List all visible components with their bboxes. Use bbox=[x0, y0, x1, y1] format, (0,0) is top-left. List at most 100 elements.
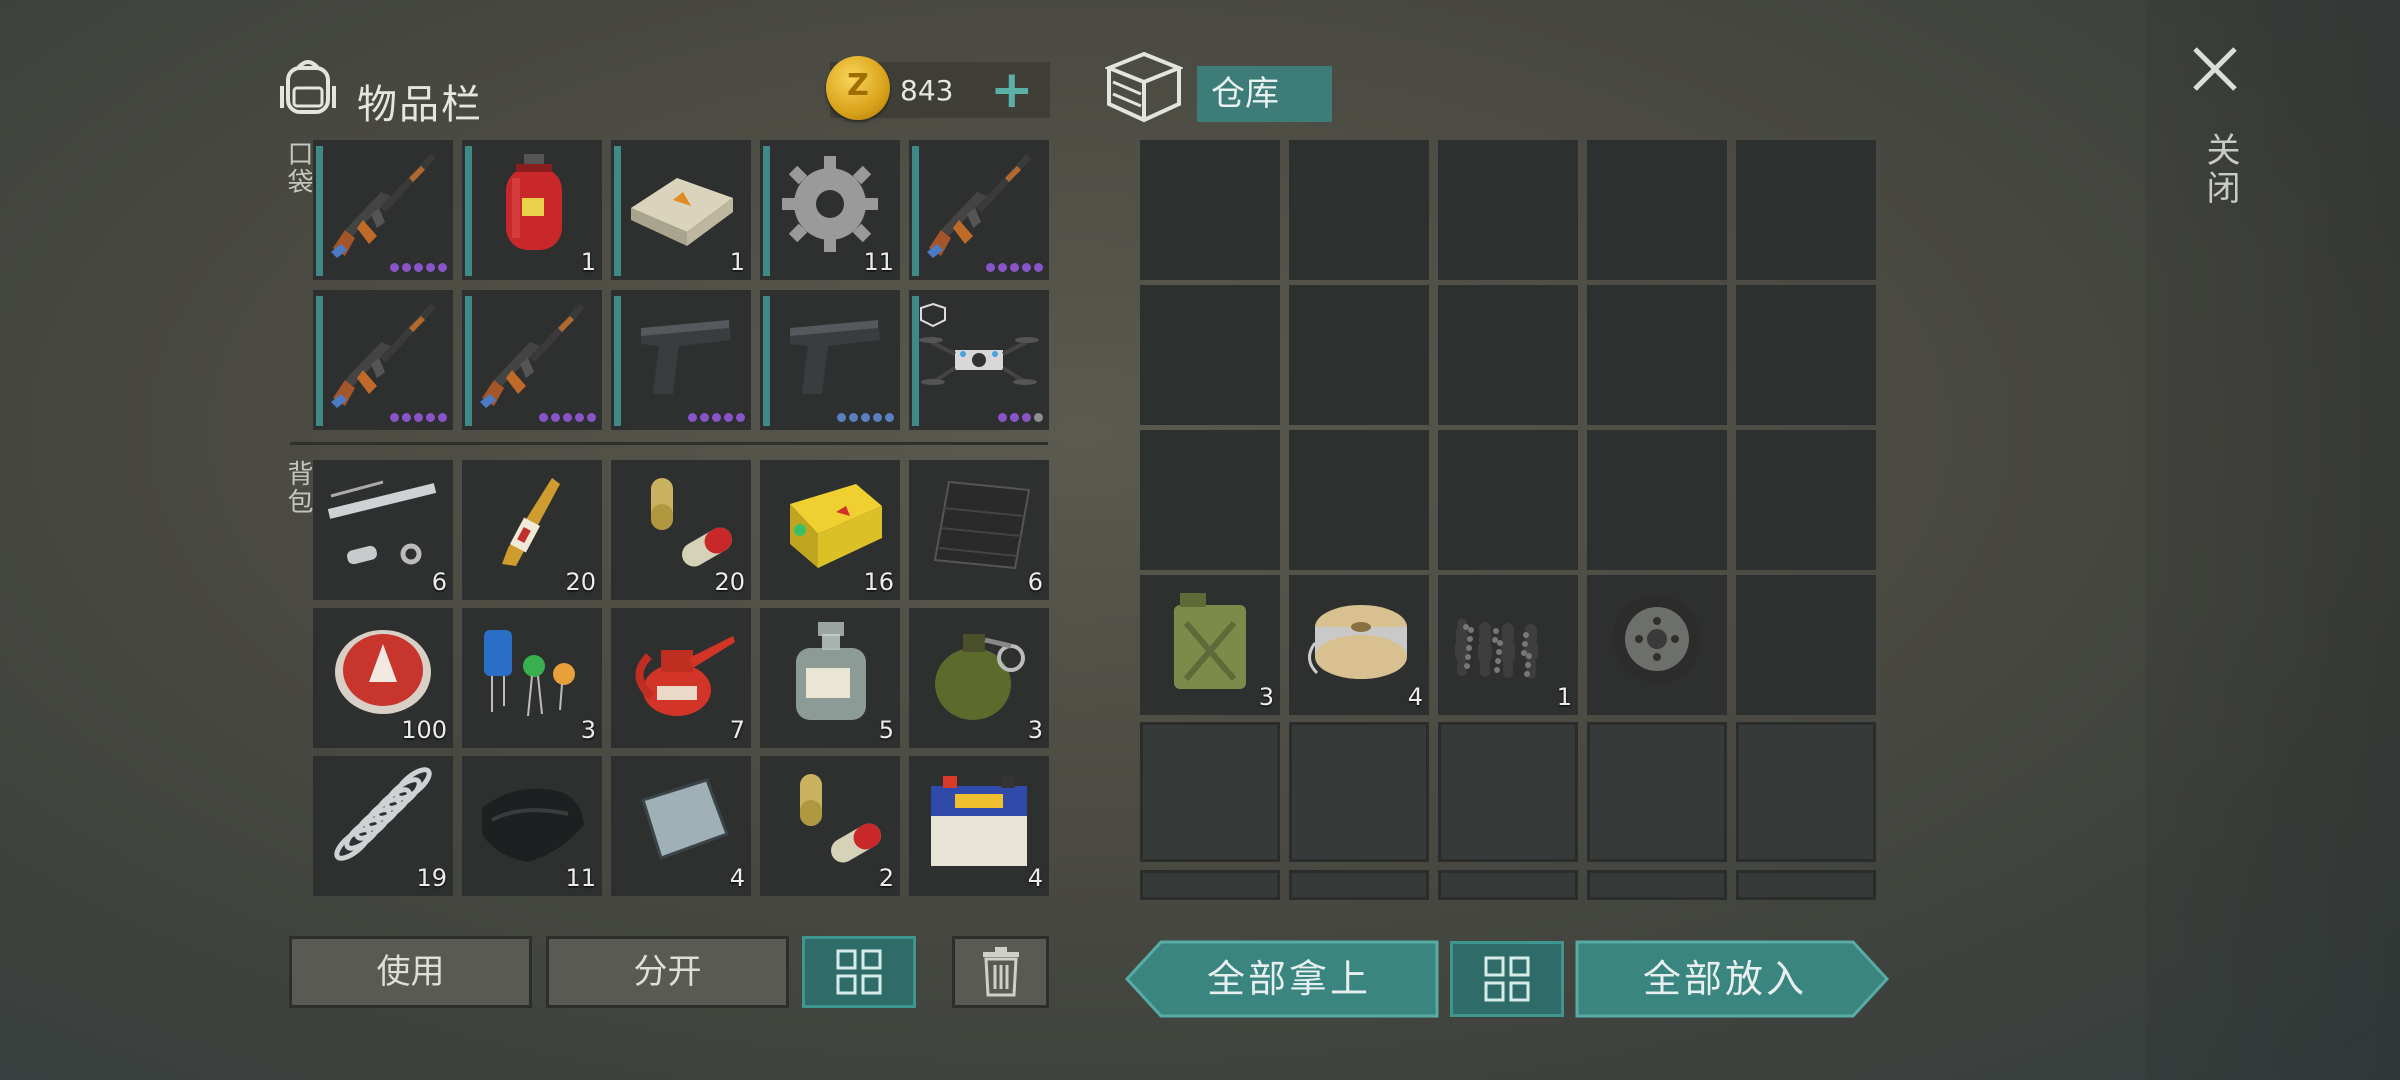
close-icon[interactable] bbox=[2190, 44, 2240, 94]
warehouse-slot[interactable]: 3 bbox=[1140, 575, 1280, 715]
sort-warehouse-button[interactable] bbox=[1450, 941, 1564, 1017]
pocket-slot[interactable] bbox=[909, 140, 1049, 280]
warehouse-slot[interactable] bbox=[1587, 870, 1727, 900]
warehouse-slot[interactable] bbox=[1587, 722, 1727, 862]
quality-dots bbox=[539, 413, 596, 422]
backpack-slot[interactable]: 6 bbox=[313, 460, 453, 600]
backpack-slot[interactable]: 4 bbox=[611, 756, 751, 896]
warehouse-slot[interactable] bbox=[1289, 722, 1429, 862]
warehouse-slot[interactable] bbox=[1438, 430, 1578, 570]
warehouse-slot[interactable] bbox=[1736, 285, 1876, 425]
warehouse-slot[interactable] bbox=[1736, 722, 1876, 862]
put-all-button[interactable]: 全部放入 bbox=[1575, 940, 1889, 1018]
item-quantity: 3 bbox=[1027, 716, 1043, 744]
warehouse-slot[interactable] bbox=[1289, 870, 1429, 900]
warehouse-slot[interactable] bbox=[1736, 575, 1876, 715]
warehouse-slot[interactable] bbox=[1289, 140, 1429, 280]
pocket-slot[interactable] bbox=[760, 290, 900, 430]
warehouse-slot[interactable]: 4 bbox=[1289, 575, 1429, 715]
quality-dot bbox=[688, 413, 697, 422]
warehouse-slot[interactable] bbox=[1438, 722, 1578, 862]
close-label[interactable]: 关闭 bbox=[2196, 132, 2245, 208]
quality-dot bbox=[861, 413, 870, 422]
quality-dot bbox=[849, 413, 858, 422]
quality-dot bbox=[1034, 263, 1043, 272]
pocket-slot[interactable]: 1 bbox=[611, 140, 751, 280]
pocket-slot[interactable]: 1 bbox=[462, 140, 602, 280]
coin-icon bbox=[826, 56, 890, 120]
pocket-slot[interactable] bbox=[462, 290, 602, 430]
take-all-button[interactable]: 全部拿上 bbox=[1125, 940, 1439, 1018]
warehouse-slot[interactable] bbox=[1587, 575, 1727, 715]
tab-warehouse[interactable]: 仓库 bbox=[1197, 66, 1332, 122]
pocket-slot[interactable] bbox=[611, 290, 751, 430]
item-quantity: 6 bbox=[431, 568, 447, 596]
warehouse-slot[interactable] bbox=[1289, 430, 1429, 570]
spring-icon bbox=[334, 767, 432, 861]
quality-dot bbox=[402, 263, 411, 272]
pocket-slot[interactable] bbox=[909, 290, 1049, 430]
warehouse-slot[interactable] bbox=[1438, 285, 1578, 425]
item-quantity: 2 bbox=[878, 864, 894, 892]
backpack-slot[interactable]: 11 bbox=[462, 756, 602, 896]
warehouse-slot[interactable] bbox=[1140, 140, 1280, 280]
quality-dot bbox=[414, 413, 423, 422]
backpack-slot[interactable]: 6 bbox=[909, 460, 1049, 600]
use-button[interactable]: 使用 bbox=[289, 936, 532, 1008]
warehouse-slot[interactable] bbox=[1438, 870, 1578, 900]
backpack-slot[interactable]: 2 bbox=[760, 756, 900, 896]
quality-dot bbox=[402, 413, 411, 422]
warehouse-slot[interactable]: 1 bbox=[1438, 575, 1578, 715]
warehouse-slot[interactable] bbox=[1140, 285, 1280, 425]
item-quantity: 3 bbox=[1258, 683, 1274, 711]
warehouse-crate-icon bbox=[1105, 51, 1183, 123]
backpack-slot[interactable]: 5 bbox=[760, 608, 900, 748]
bottle-cap-icon bbox=[335, 630, 431, 714]
assault-rifle-icon bbox=[331, 303, 436, 408]
gear-icon bbox=[782, 156, 878, 252]
warehouse-slot[interactable] bbox=[1587, 140, 1727, 280]
item-quantity: 11 bbox=[863, 248, 894, 276]
backpack-slot[interactable]: 3 bbox=[462, 608, 602, 748]
pocket-slot[interactable]: 11 bbox=[760, 140, 900, 280]
metal-plate-icon bbox=[641, 778, 729, 860]
add-coins-button[interactable]: + bbox=[990, 64, 1034, 116]
warehouse-slot[interactable] bbox=[1736, 870, 1876, 900]
warehouse-slot[interactable] bbox=[1736, 140, 1876, 280]
backpack-slot[interactable]: 20 bbox=[611, 460, 751, 600]
warehouse-slot[interactable] bbox=[1587, 430, 1727, 570]
warehouse-slot[interactable] bbox=[1736, 430, 1876, 570]
inventory-title: 物品栏 bbox=[357, 82, 483, 128]
warehouse-slot[interactable] bbox=[1140, 870, 1280, 900]
warehouse-slot[interactable] bbox=[1140, 430, 1280, 570]
delete-button[interactable] bbox=[952, 936, 1049, 1008]
quality-dot bbox=[712, 413, 721, 422]
section-divider bbox=[290, 442, 1048, 445]
warehouse-slot[interactable] bbox=[1438, 140, 1578, 280]
pocket-slot[interactable] bbox=[313, 290, 453, 430]
backpack-slot[interactable]: 100 bbox=[313, 608, 453, 748]
cloth-icon bbox=[482, 788, 584, 862]
pocket-slot[interactable] bbox=[313, 140, 453, 280]
quality-dot bbox=[1034, 413, 1043, 422]
backpack-slot[interactable]: 3 bbox=[909, 608, 1049, 748]
quality-dot bbox=[426, 413, 435, 422]
backpack-slot[interactable]: 19 bbox=[313, 756, 453, 896]
backpack-slot[interactable]: 7 bbox=[611, 608, 751, 748]
quality-dots bbox=[837, 413, 894, 422]
grid-sort-icon bbox=[836, 949, 882, 995]
split-button[interactable]: 分开 bbox=[546, 936, 789, 1008]
backpack-slot[interactable]: 4 bbox=[909, 756, 1049, 896]
item-quantity: 1 bbox=[729, 248, 745, 276]
warehouse-slot[interactable] bbox=[1140, 722, 1280, 862]
sort-inventory-button[interactable] bbox=[802, 936, 916, 1008]
warehouse-slot[interactable] bbox=[1289, 285, 1429, 425]
backpack-slot[interactable]: 20 bbox=[462, 460, 602, 600]
pockets-label: 口袋 bbox=[283, 140, 313, 196]
warehouse-slot[interactable] bbox=[1587, 285, 1727, 425]
backpack-slot[interactable]: 16 bbox=[760, 460, 900, 600]
explosive-block-icon bbox=[631, 178, 733, 246]
quality-dot bbox=[885, 413, 894, 422]
quality-dot bbox=[1010, 413, 1019, 422]
quality-dot bbox=[873, 413, 882, 422]
